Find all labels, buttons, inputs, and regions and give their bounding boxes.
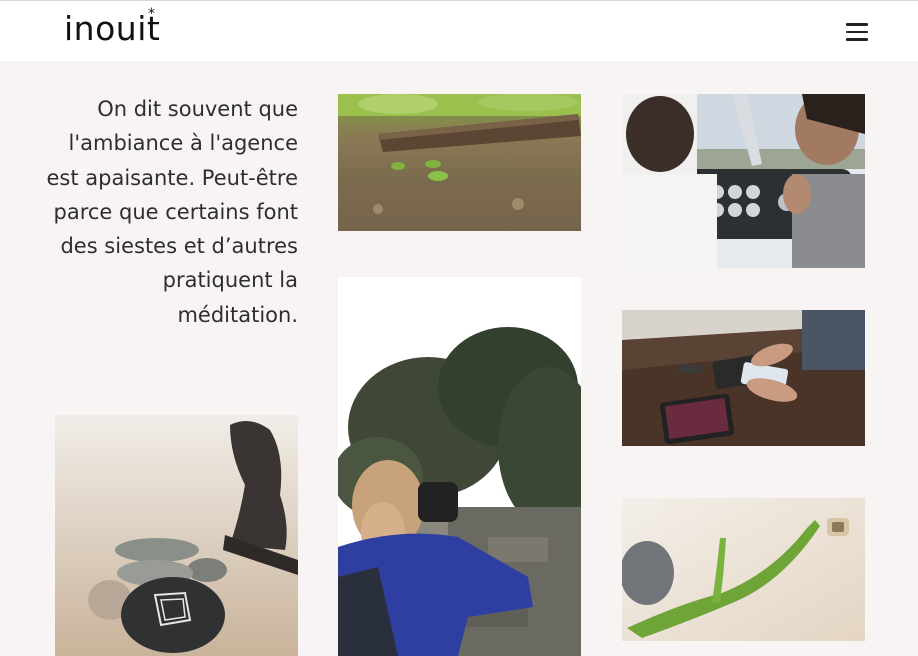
cockpit-photo[interactable] (622, 94, 865, 268)
tablet-desk-photo[interactable] (622, 310, 865, 446)
cactus-stone-photo[interactable] (622, 498, 865, 641)
logo-asterisk: * (148, 6, 155, 22)
site-header: inouit * (0, 1, 918, 61)
intro-text: On dit souvent que l'ambiance à l'agence… (46, 97, 299, 327)
photographer-photo[interactable] (338, 277, 581, 656)
hamburger-menu-icon[interactable] (846, 23, 868, 41)
forest-floor-photo[interactable] (338, 94, 581, 231)
meditation-stones-photo[interactable] (55, 415, 298, 656)
site-logo[interactable]: inouit (64, 9, 160, 49)
